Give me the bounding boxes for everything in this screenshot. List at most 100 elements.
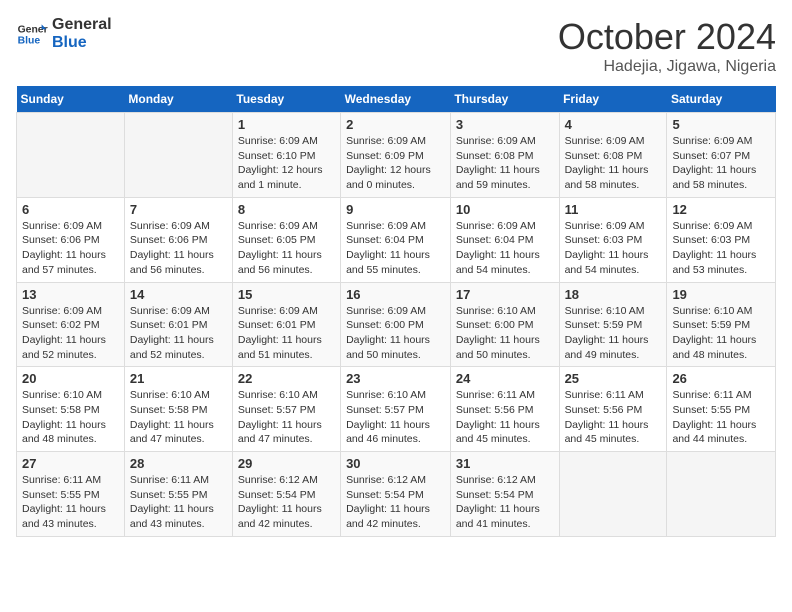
day-number: 21 xyxy=(130,371,227,386)
day-info: Sunrise: 6:11 AMSunset: 5:55 PMDaylight:… xyxy=(672,388,770,447)
day-info: Sunrise: 6:09 AMSunset: 6:08 PMDaylight:… xyxy=(565,134,662,193)
day-number: 4 xyxy=(565,117,662,132)
day-number: 13 xyxy=(22,287,119,302)
calendar-cell: 7 Sunrise: 6:09 AMSunset: 6:06 PMDaylight… xyxy=(124,197,232,282)
day-number: 10 xyxy=(456,202,554,217)
weekday-header: Sunday xyxy=(17,86,125,113)
page-header: General Blue General Blue October 2024 H… xyxy=(16,16,776,76)
calendar-cell xyxy=(667,452,776,537)
day-info: Sunrise: 6:09 AMSunset: 6:02 PMDaylight:… xyxy=(22,304,119,363)
calendar-cell: 20 Sunrise: 6:10 AMSunset: 5:58 PMDayligh… xyxy=(17,367,125,452)
day-number: 28 xyxy=(130,456,227,471)
day-info: Sunrise: 6:11 AMSunset: 5:56 PMDaylight:… xyxy=(565,388,662,447)
day-number: 25 xyxy=(565,371,662,386)
day-number: 14 xyxy=(130,287,227,302)
day-info: Sunrise: 6:09 AMSunset: 6:05 PMDaylight:… xyxy=(238,219,335,278)
day-number: 3 xyxy=(456,117,554,132)
day-info: Sunrise: 6:10 AMSunset: 6:00 PMDaylight:… xyxy=(456,304,554,363)
day-number: 9 xyxy=(346,202,445,217)
day-info: Sunrise: 6:09 AMSunset: 6:04 PMDaylight:… xyxy=(346,219,445,278)
calendar-cell: 15 Sunrise: 6:09 AMSunset: 6:01 PMDayligh… xyxy=(232,282,340,367)
calendar-cell: 30 Sunrise: 6:12 AMSunset: 5:54 PMDayligh… xyxy=(341,452,451,537)
calendar-cell: 22Sunrise: 6:10 AMSunset: 5:57 PMDayligh… xyxy=(232,367,340,452)
day-info: Sunrise: 6:09 AMSunset: 6:01 PMDaylight:… xyxy=(238,304,335,363)
day-info: Sunrise: 6:09 AMSunset: 6:09 PMDaylight:… xyxy=(346,134,445,193)
title-block: October 2024 Hadejia, Jigawa, Nigeria xyxy=(558,16,776,76)
calendar-cell: 19Sunrise: 6:10 AMSunset: 5:59 PMDayligh… xyxy=(667,282,776,367)
day-info: Sunrise: 6:09 AMSunset: 6:03 PMDaylight:… xyxy=(565,219,662,278)
day-info: Sunrise: 6:10 AMSunset: 5:57 PMDaylight:… xyxy=(238,388,335,447)
calendar-cell: 5Sunrise: 6:09 AMSunset: 6:07 PMDaylight… xyxy=(667,113,776,198)
calendar-cell: 27 Sunrise: 6:11 AMSunset: 5:55 PMDayligh… xyxy=(17,452,125,537)
calendar-cell: 8 Sunrise: 6:09 AMSunset: 6:05 PMDaylight… xyxy=(232,197,340,282)
weekday-header: Tuesday xyxy=(232,86,340,113)
day-number: 12 xyxy=(672,202,770,217)
calendar-cell xyxy=(124,113,232,198)
day-info: Sunrise: 6:10 AMSunset: 5:58 PMDaylight:… xyxy=(22,388,119,447)
calendar-cell: 6 Sunrise: 6:09 AMSunset: 6:06 PMDaylight… xyxy=(17,197,125,282)
day-number: 30 xyxy=(346,456,445,471)
weekday-header: Friday xyxy=(559,86,667,113)
calendar-cell: 13 Sunrise: 6:09 AMSunset: 6:02 PMDayligh… xyxy=(17,282,125,367)
day-number: 27 xyxy=(22,456,119,471)
calendar-cell: 12 Sunrise: 6:09 AMSunset: 6:03 PMDayligh… xyxy=(667,197,776,282)
calendar-header: SundayMondayTuesdayWednesdayThursdayFrid… xyxy=(17,86,776,113)
day-info: Sunrise: 6:09 AMSunset: 6:03 PMDaylight:… xyxy=(672,219,770,278)
logo-text: General Blue xyxy=(52,16,112,51)
day-info: Sunrise: 6:12 AMSunset: 5:54 PMDaylight:… xyxy=(238,473,335,532)
calendar-week: 20 Sunrise: 6:10 AMSunset: 5:58 PMDayligh… xyxy=(17,367,776,452)
day-number: 2 xyxy=(346,117,445,132)
day-number: 7 xyxy=(130,202,227,217)
day-number: 17 xyxy=(456,287,554,302)
day-info: Sunrise: 6:11 AMSunset: 5:56 PMDaylight:… xyxy=(456,388,554,447)
day-number: 26 xyxy=(672,371,770,386)
weekday-header: Wednesday xyxy=(341,86,451,113)
calendar-cell: 10 Sunrise: 6:09 AMSunset: 6:04 PMDayligh… xyxy=(450,197,559,282)
day-number: 15 xyxy=(238,287,335,302)
location-title: Hadejia, Jigawa, Nigeria xyxy=(558,58,776,76)
day-number: 20 xyxy=(22,371,119,386)
calendar-cell: 2 Sunrise: 6:09 AMSunset: 6:09 PMDaylight… xyxy=(341,113,451,198)
calendar-cell: 11 Sunrise: 6:09 AMSunset: 6:03 PMDayligh… xyxy=(559,197,667,282)
logo: General Blue General Blue xyxy=(16,16,112,51)
weekday-header: Monday xyxy=(124,86,232,113)
weekday-header: Thursday xyxy=(450,86,559,113)
weekday-header: Saturday xyxy=(667,86,776,113)
day-info: Sunrise: 6:09 AMSunset: 6:04 PMDaylight:… xyxy=(456,219,554,278)
calendar-cell: 28Sunrise: 6:11 AMSunset: 5:55 PMDayligh… xyxy=(124,452,232,537)
day-info: Sunrise: 6:09 AMSunset: 6:01 PMDaylight:… xyxy=(130,304,227,363)
day-info: Sunrise: 6:09 AMSunset: 6:00 PMDaylight:… xyxy=(346,304,445,363)
calendar-cell: 21 Sunrise: 6:10 AMSunset: 5:58 PMDayligh… xyxy=(124,367,232,452)
calendar-cell: 23Sunrise: 6:10 AMSunset: 5:57 PMDayligh… xyxy=(341,367,451,452)
calendar-cell: 31Sunrise: 6:12 AMSunset: 5:54 PMDayligh… xyxy=(450,452,559,537)
calendar-week: 1Sunrise: 6:09 AMSunset: 6:10 PMDaylight… xyxy=(17,113,776,198)
day-info: Sunrise: 6:10 AMSunset: 5:58 PMDaylight:… xyxy=(130,388,227,447)
day-number: 23 xyxy=(346,371,445,386)
day-number: 11 xyxy=(565,202,662,217)
calendar-cell xyxy=(17,113,125,198)
day-info: Sunrise: 6:09 AMSunset: 6:06 PMDaylight:… xyxy=(22,219,119,278)
day-number: 16 xyxy=(346,287,445,302)
day-info: Sunrise: 6:10 AMSunset: 5:59 PMDaylight:… xyxy=(565,304,662,363)
day-info: Sunrise: 6:09 AMSunset: 6:06 PMDaylight:… xyxy=(130,219,227,278)
weekday-row: SundayMondayTuesdayWednesdayThursdayFrid… xyxy=(17,86,776,113)
calendar-cell xyxy=(559,452,667,537)
calendar-cell: 1Sunrise: 6:09 AMSunset: 6:10 PMDaylight… xyxy=(232,113,340,198)
day-info: Sunrise: 6:12 AMSunset: 5:54 PMDaylight:… xyxy=(346,473,445,532)
svg-text:General: General xyxy=(18,24,48,35)
calendar-cell: 4 Sunrise: 6:09 AMSunset: 6:08 PMDaylight… xyxy=(559,113,667,198)
day-number: 6 xyxy=(22,202,119,217)
calendar-cell: 18Sunrise: 6:10 AMSunset: 5:59 PMDayligh… xyxy=(559,282,667,367)
day-number: 1 xyxy=(238,117,335,132)
day-info: Sunrise: 6:11 AMSunset: 5:55 PMDaylight:… xyxy=(22,473,119,532)
day-number: 24 xyxy=(456,371,554,386)
calendar-week: 13 Sunrise: 6:09 AMSunset: 6:02 PMDayligh… xyxy=(17,282,776,367)
day-info: Sunrise: 6:12 AMSunset: 5:54 PMDaylight:… xyxy=(456,473,554,532)
calendar-cell: 25 Sunrise: 6:11 AMSunset: 5:56 PMDayligh… xyxy=(559,367,667,452)
svg-text:Blue: Blue xyxy=(18,35,41,46)
calendar-week: 27 Sunrise: 6:11 AMSunset: 5:55 PMDayligh… xyxy=(17,452,776,537)
day-number: 5 xyxy=(672,117,770,132)
day-number: 8 xyxy=(238,202,335,217)
calendar-cell: 14 Sunrise: 6:09 AMSunset: 6:01 PMDayligh… xyxy=(124,282,232,367)
calendar-cell: 9 Sunrise: 6:09 AMSunset: 6:04 PMDaylight… xyxy=(341,197,451,282)
